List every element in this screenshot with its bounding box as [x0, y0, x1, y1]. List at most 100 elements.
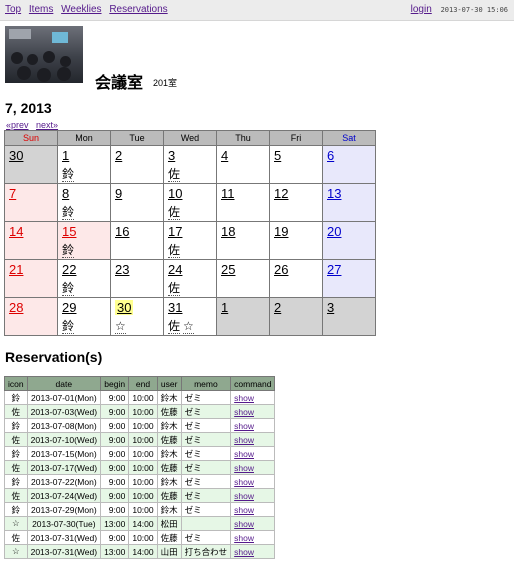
- calendar-day-link[interactable]: 2: [274, 300, 281, 315]
- calendar-day-cell: 8鈴: [57, 183, 111, 222]
- reservation-cell-user: 鈴木: [156, 446, 182, 461]
- show-reservation-link[interactable]: show: [234, 393, 254, 403]
- calendar-day-link[interactable]: 4: [221, 148, 228, 163]
- weekday-header: Fri: [269, 130, 323, 146]
- calendar-day-link[interactable]: 13: [327, 186, 341, 201]
- calendar-day-link[interactable]: 3: [327, 300, 334, 315]
- calendar-day-link[interactable]: 24: [168, 262, 182, 277]
- nav-link-reservations[interactable]: Reservations: [109, 4, 167, 15]
- calendar-day-link[interactable]: 18: [221, 224, 235, 239]
- calendar-day-link[interactable]: 3: [168, 148, 175, 163]
- calendar-day-cell: 10 佐: [163, 183, 217, 222]
- calendar-day-link[interactable]: 15: [62, 224, 76, 239]
- calendar-day-link[interactable]: 11: [221, 186, 235, 201]
- nav-link-items[interactable]: Items: [29, 4, 53, 15]
- reservation-cell-memo: ゼミ: [180, 446, 232, 461]
- weekday-header: Wed: [163, 130, 217, 146]
- reservation-mark[interactable]: 佐: [168, 281, 181, 296]
- reservation-marks: 佐: [168, 205, 216, 220]
- calendar-day-cell: 3: [322, 297, 376, 336]
- reservation-row: 鈴 2013-07-08(Mon) 9:00 10:00 鈴木 ゼミ show: [4, 418, 276, 433]
- calendar-day-link[interactable]: 6: [327, 148, 334, 163]
- calendar-day-link[interactable]: 23: [115, 262, 129, 277]
- show-reservation-link[interactable]: show: [234, 463, 254, 473]
- reservation-cell-icon: 佐: [4, 488, 28, 503]
- nav-link-top[interactable]: Top: [5, 4, 21, 15]
- show-reservation-link[interactable]: show: [234, 449, 254, 459]
- reservation-mark[interactable]: 佐: [168, 319, 181, 334]
- show-reservation-link[interactable]: show: [234, 491, 254, 501]
- calendar-day-link[interactable]: 17: [168, 224, 182, 239]
- weekday-header: Mon: [57, 130, 111, 146]
- reservation-cell-command: show: [230, 544, 276, 559]
- reservation-cell-end: 14:00: [128, 544, 158, 559]
- weekday-header: Sun: [4, 130, 58, 146]
- calendar-day-link[interactable]: 26: [274, 262, 288, 277]
- reservation-row: 鈴 2013-07-15(Mon) 9:00 10:00 鈴木 ゼミ show: [4, 446, 276, 461]
- calendar-day-link[interactable]: 9: [115, 186, 122, 201]
- reservation-mark[interactable]: 鈴: [62, 205, 75, 220]
- reservation-row: 鈴 2013-07-29(Mon) 9:00 10:00 鈴木 ゼミ show: [4, 502, 276, 517]
- reservation-cell-icon: 鈴: [4, 474, 28, 489]
- calendar-day-link[interactable]: 1: [221, 300, 228, 315]
- reservation-mark[interactable]: 佐: [168, 243, 181, 258]
- calendar-day-link[interactable]: 12: [274, 186, 288, 201]
- room-name: 会議室: [95, 75, 144, 92]
- calendar-day-link[interactable]: 31: [168, 300, 182, 315]
- prev-month-link[interactable]: «prev: [6, 120, 29, 130]
- reservation-cell-date: 2013-07-15(Mon): [26, 446, 102, 461]
- calendar-day-link[interactable]: 29: [62, 300, 76, 315]
- reservation-mark[interactable]: 佐: [168, 205, 181, 220]
- next-month-link[interactable]: next»: [36, 120, 58, 130]
- show-reservation-link[interactable]: show: [234, 533, 254, 543]
- reservation-cell-command: show: [230, 530, 276, 545]
- reservation-cell-memo: ゼミ: [180, 488, 232, 503]
- reservation-cell-icon: 鈴: [4, 418, 28, 433]
- calendar-day-link[interactable]: 1: [62, 148, 69, 163]
- calendar-day-link[interactable]: 2: [115, 148, 122, 163]
- calendar-day-link[interactable]: 10: [168, 186, 182, 201]
- reservation-mark[interactable]: 鈴: [62, 243, 75, 258]
- reservation-mark[interactable]: 鈴: [62, 319, 75, 334]
- calendar-day-link[interactable]: 28: [9, 300, 23, 315]
- calendar-day-link[interactable]: 16: [115, 224, 129, 239]
- calendar-day-link[interactable]: 27: [327, 262, 341, 277]
- calendar-day-link[interactable]: 20: [327, 224, 341, 239]
- show-reservation-link[interactable]: show: [234, 477, 254, 487]
- room-code: 201室: [153, 78, 178, 88]
- reservation-cell-user: 佐藤: [156, 488, 182, 503]
- reservation-cell-begin: 9:00: [100, 502, 130, 517]
- calendar-day-cell: 9: [110, 183, 164, 222]
- calendar-day-link[interactable]: 22: [62, 262, 76, 277]
- calendar-day-link[interactable]: 7: [9, 186, 16, 201]
- calendar-day-link[interactable]: 30: [9, 148, 23, 163]
- calendar-day-link[interactable]: 19: [274, 224, 288, 239]
- login-link[interactable]: login: [411, 4, 432, 15]
- reservation-cell-memo: ゼミ: [180, 502, 232, 517]
- reservation-row: 鈴 2013-07-01(Mon) 9:00 10:00 鈴木 ゼミ show: [4, 390, 276, 405]
- show-reservation-link[interactable]: show: [234, 505, 254, 515]
- show-reservation-link[interactable]: show: [234, 421, 254, 431]
- show-reservation-link[interactable]: show: [234, 435, 254, 445]
- calendar-day-cell: 7: [4, 183, 58, 222]
- reservation-marks: 佐: [168, 167, 216, 182]
- reservation-mark[interactable]: 佐: [168, 167, 181, 182]
- nav-link-weeklies[interactable]: Weeklies: [61, 4, 101, 15]
- calendar-day-cell: 25: [216, 259, 270, 298]
- reservation-cell-user: 佐藤: [156, 530, 182, 545]
- calendar-day-link[interactable]: 14: [9, 224, 23, 239]
- calendar-day-link[interactable]: 25: [221, 262, 235, 277]
- reservation-mark[interactable]: 鈴: [62, 167, 75, 182]
- show-reservation-link[interactable]: show: [234, 547, 254, 557]
- reservation-mark[interactable]: ☆: [115, 319, 126, 334]
- calendar-day-link[interactable]: 21: [9, 262, 23, 277]
- show-reservation-link[interactable]: show: [234, 407, 254, 417]
- reservation-marks: 佐: [168, 281, 216, 296]
- reservation-mark[interactable]: ☆: [183, 319, 194, 334]
- reservation-mark[interactable]: 鈴: [62, 281, 75, 296]
- calendar-day-link[interactable]: 5: [274, 148, 281, 163]
- calendar-day-link[interactable]: 8: [62, 186, 69, 201]
- show-reservation-link[interactable]: show: [234, 519, 254, 529]
- reservation-cell-user: 山田: [156, 544, 182, 559]
- calendar-day-link[interactable]: 30: [115, 300, 134, 315]
